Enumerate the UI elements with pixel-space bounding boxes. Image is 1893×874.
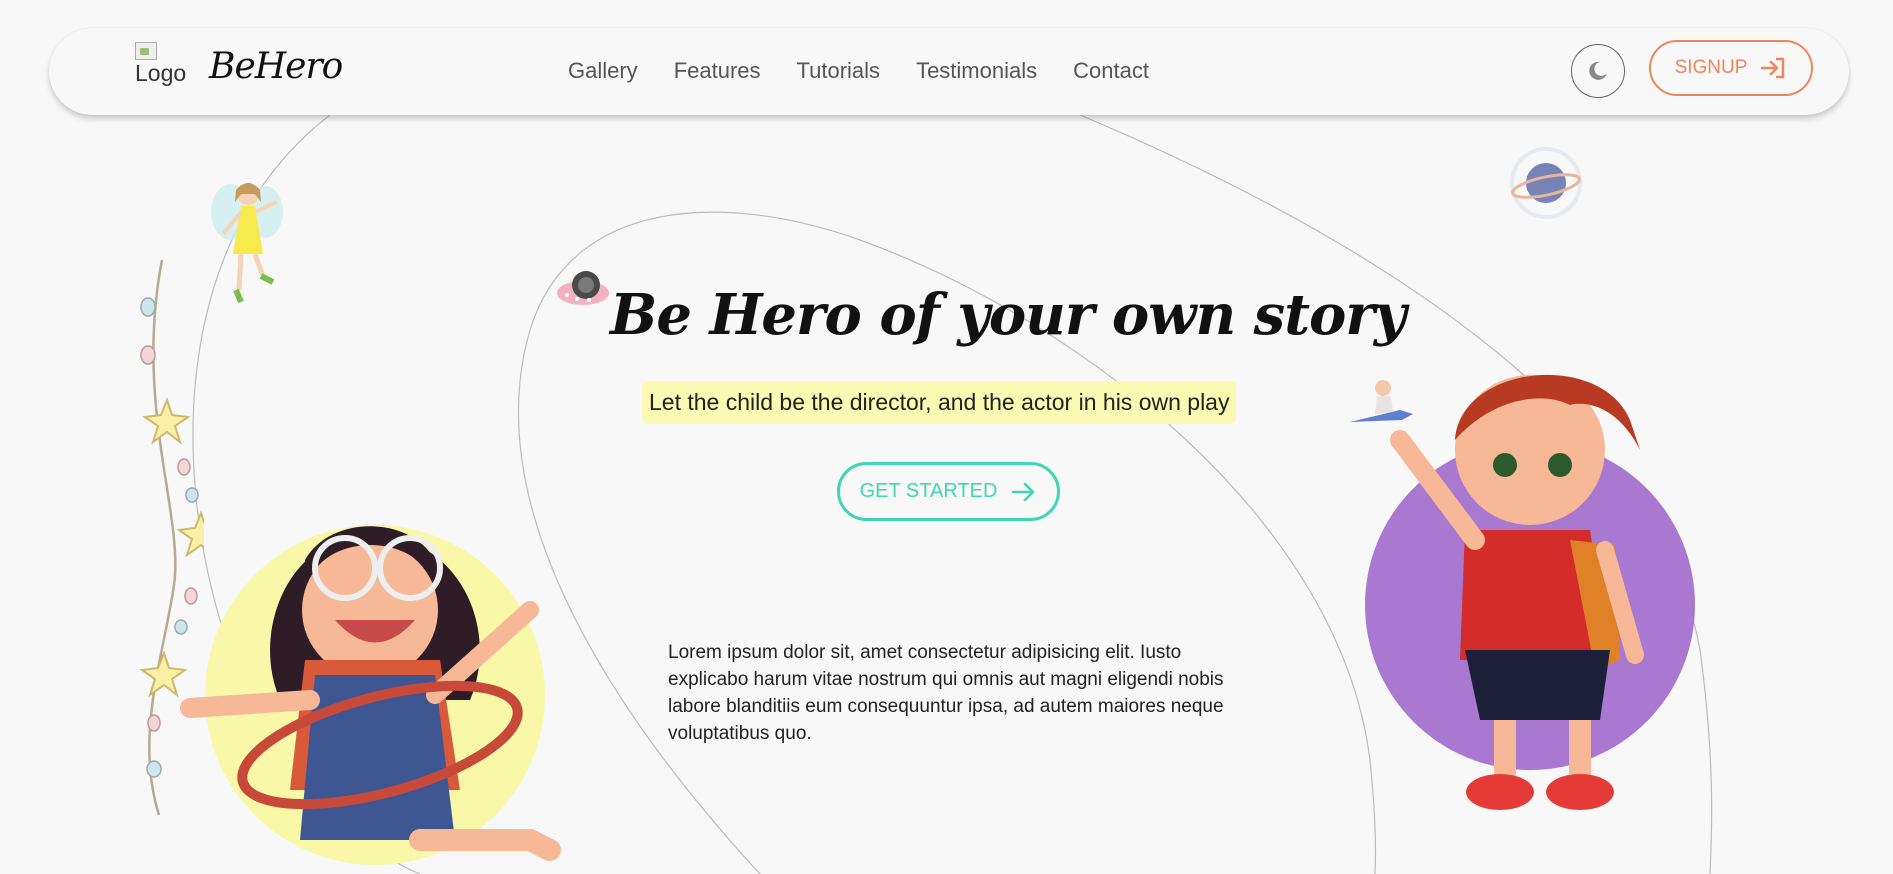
broken-image-icon	[135, 42, 157, 60]
hero-title: Be Hero of your own story	[610, 282, 1406, 348]
theme-toggle-button[interactable]	[1571, 44, 1625, 98]
hero-subtitle: Let the child be the director, and the a…	[642, 381, 1237, 424]
get-started-button[interactable]: GET STARTED	[837, 462, 1060, 521]
signup-label: SIGNUP	[1674, 57, 1748, 78]
boy-pointing-illustration	[1365, 374, 1695, 810]
planet-illustration	[1510, 147, 1582, 219]
nav-tutorials[interactable]: Tutorials	[797, 58, 881, 84]
girl-hula-hoop-illustration	[180, 525, 561, 865]
logo-alt-text: Logo	[135, 60, 187, 86]
logo-image[interactable]: Logo	[135, 42, 191, 92]
nav-features[interactable]: Features	[674, 58, 761, 84]
moon-icon	[1589, 61, 1607, 80]
signup-button[interactable]: SIGNUP	[1649, 40, 1813, 96]
nav-gallery[interactable]: Gallery	[568, 58, 638, 84]
login-arrow-icon	[1761, 57, 1785, 79]
ufo-illustration	[557, 271, 609, 305]
nav-contact[interactable]: Contact	[1073, 58, 1149, 84]
arrow-right-icon	[1012, 482, 1035, 501]
nav-testimonials[interactable]: Testimonials	[916, 58, 1037, 84]
fairy-illustration	[211, 183, 283, 304]
navbar: Logo BeHero Gallery Features Tutorials T…	[49, 28, 1849, 115]
nav-links: Gallery Features Tutorials Testimonials …	[568, 58, 1185, 84]
brand-name[interactable]: BeHero	[209, 46, 343, 87]
get-started-label: GET STARTED	[859, 480, 998, 502]
hero-description: Lorem ipsum dolor sit, amet consectetur …	[668, 642, 1224, 744]
kid-on-pencil-illustration	[1350, 380, 1413, 422]
